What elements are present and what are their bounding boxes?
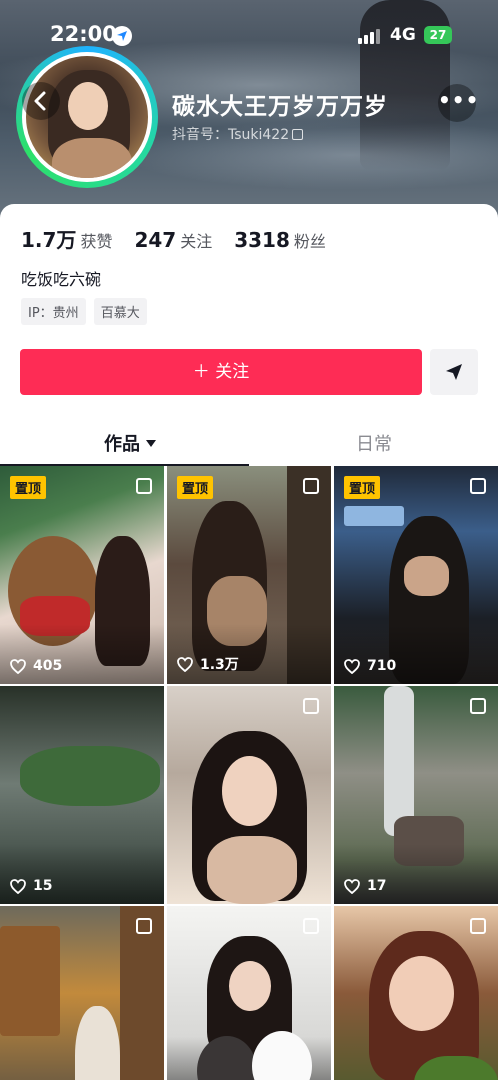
like-count: 1.3万 bbox=[177, 654, 239, 674]
stat-following[interactable]: 247 关注 bbox=[134, 228, 212, 252]
more-dots-icon: ••• bbox=[438, 88, 480, 112]
stat-label: 关注 bbox=[180, 232, 213, 251]
stat-label: 获赞 bbox=[80, 232, 113, 251]
video-thumbnail[interactable]: 15 bbox=[0, 686, 164, 904]
location-arrow-icon bbox=[112, 26, 132, 46]
video-thumbnail[interactable] bbox=[334, 906, 498, 1080]
stat-likes[interactable]: 1.7万 获赞 bbox=[21, 224, 112, 253]
like-count: 17 bbox=[344, 878, 386, 894]
signal-icon bbox=[358, 28, 382, 44]
video-thumbnail[interactable]: 17 bbox=[334, 686, 498, 904]
like-count: 405 bbox=[10, 658, 62, 674]
tab-works-label: 作品 bbox=[104, 434, 140, 455]
video-thumbnail[interactable]: 置顶 710 bbox=[334, 466, 498, 684]
stat-label: 粉丝 bbox=[293, 232, 326, 251]
stat-value: 1.7万 bbox=[21, 228, 77, 252]
send-icon bbox=[446, 364, 462, 380]
profile-stats: 1.7万 获赞 247 关注 3318 粉丝 bbox=[21, 224, 348, 253]
heart-icon bbox=[177, 656, 193, 672]
heart-icon bbox=[10, 658, 26, 674]
like-count: 710 bbox=[344, 658, 396, 674]
douyin-id-text: 抖音号：Tsuki422 bbox=[172, 127, 290, 143]
multi-image-icon bbox=[303, 918, 319, 934]
heart-icon bbox=[344, 658, 360, 674]
profile-tags: IP：贵州 百慕大 bbox=[21, 298, 147, 325]
multi-image-icon bbox=[470, 478, 486, 494]
profile-bio: 吃饭吃六碗 bbox=[21, 270, 102, 289]
send-message-button[interactable] bbox=[430, 349, 478, 395]
profile-username: 碳水大王万岁万万岁 bbox=[172, 94, 388, 120]
content-tabs: 作品 日常 bbox=[0, 420, 498, 466]
caret-down-icon bbox=[146, 440, 156, 447]
chevron-left-icon bbox=[34, 91, 46, 111]
multi-image-icon bbox=[470, 918, 486, 934]
network-type: 4G bbox=[390, 25, 416, 45]
video-thumbnail[interactable] bbox=[0, 906, 164, 1080]
like-count: 15 bbox=[10, 878, 52, 894]
tab-works[interactable]: 作品 bbox=[104, 430, 156, 456]
pinned-badge: 置顶 bbox=[177, 476, 214, 499]
copy-icon[interactable] bbox=[292, 129, 304, 140]
back-button[interactable] bbox=[22, 82, 60, 120]
multi-image-icon bbox=[470, 698, 486, 714]
video-thumbnail[interactable]: 置顶 405 bbox=[0, 466, 164, 684]
multi-image-icon bbox=[303, 698, 319, 714]
video-thumbnail[interactable]: 置顶 1.3万 bbox=[167, 466, 331, 684]
multi-image-icon bbox=[136, 918, 152, 934]
video-thumbnail[interactable] bbox=[167, 906, 331, 1080]
follow-button[interactable]: ＋ 关注 bbox=[20, 349, 422, 395]
heart-icon bbox=[344, 878, 360, 894]
multi-image-icon bbox=[136, 478, 152, 494]
stat-followers[interactable]: 3318 粉丝 bbox=[234, 228, 326, 252]
pinned-badge: 置顶 bbox=[344, 476, 381, 499]
tag-location[interactable]: 百慕大 bbox=[93, 298, 147, 325]
more-options-button[interactable]: ••• bbox=[438, 84, 480, 122]
pinned-badge: 置顶 bbox=[10, 476, 47, 499]
status-time: 22:00 bbox=[50, 22, 117, 46]
video-thumbnail[interactable] bbox=[167, 686, 331, 904]
battery-icon: 27 bbox=[424, 26, 452, 44]
stat-value: 247 bbox=[134, 228, 177, 252]
tag-ip-location: IP：贵州 bbox=[21, 298, 86, 325]
multi-image-icon bbox=[303, 478, 319, 494]
tab-daily[interactable]: 日常 bbox=[356, 430, 392, 456]
stat-value: 3318 bbox=[234, 228, 290, 252]
douyin-id[interactable]: 抖音号：Tsuki422 bbox=[172, 124, 304, 144]
heart-icon bbox=[10, 878, 26, 894]
